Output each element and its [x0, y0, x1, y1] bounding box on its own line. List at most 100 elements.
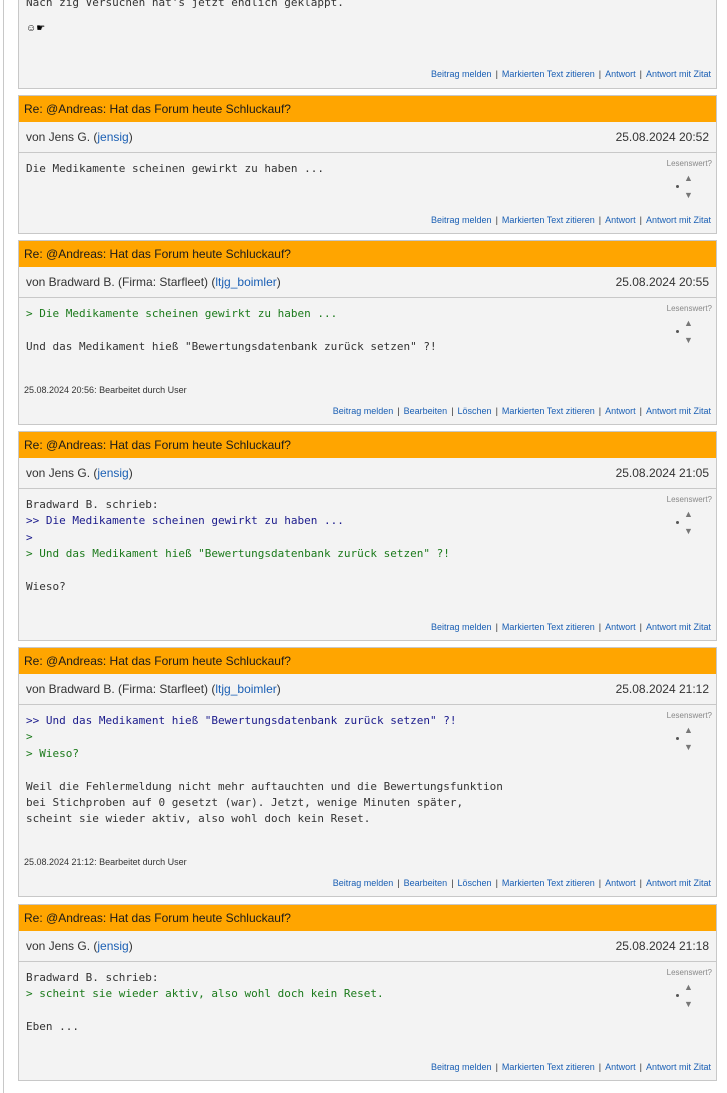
post-body: > Die Medikamente scheinen gewirkt zu ha…: [19, 298, 716, 355]
author-prefix: von Bradward B. (Firma: Starfleet) (: [26, 682, 216, 696]
vote-up-icon[interactable]: ▲: [684, 510, 693, 519]
reply-link[interactable]: Antwort: [605, 1062, 636, 1072]
vote-widget: ▲ ▼: [676, 510, 696, 540]
reply-quote-link[interactable]: Antwort mit Zitat: [646, 622, 711, 632]
separator: |: [639, 406, 642, 416]
separator: |: [639, 878, 642, 888]
vote-dot: [676, 737, 679, 740]
post: Re: @Andreas: Hat das Forum heute Schluc…: [18, 904, 717, 1081]
vote-down-icon[interactable]: ▼: [684, 1000, 693, 1009]
username-link[interactable]: jensig: [97, 939, 128, 953]
edit-link[interactable]: Bearbeiten: [404, 878, 448, 888]
quote-marked-link[interactable]: Markierten Text zitieren: [502, 69, 595, 79]
vote-down-icon[interactable]: ▼: [684, 191, 693, 200]
separator: |: [495, 878, 498, 888]
post-actions: Beitrag melden | Bearbeiten | Löschen | Markie…: [333, 406, 711, 416]
vote-widget: ▲ ▼: [676, 726, 696, 756]
rating-widget: Lesenswert?: [652, 711, 712, 720]
rating-label: Lesenswert?: [666, 159, 712, 168]
quote-marked-link[interactable]: Markierten Text zitieren: [502, 1062, 595, 1072]
delete-link[interactable]: Löschen: [458, 878, 492, 888]
separator: |: [639, 622, 642, 632]
quote-marked-link[interactable]: Markierten Text zitieren: [502, 878, 595, 888]
separator: |: [397, 878, 400, 888]
rating-widget: Lesenswert?: [652, 495, 712, 504]
username-link[interactable]: jensig: [97, 466, 128, 480]
rating-widget: Lesenswert?: [652, 968, 712, 977]
vote-up-icon[interactable]: ▲: [684, 983, 693, 992]
vote-down-icon[interactable]: ▼: [684, 527, 693, 536]
post-meta: von Bradward B. (Firma: Starfleet) (ltjg…: [19, 674, 716, 705]
report-link[interactable]: Beitrag melden: [431, 69, 492, 79]
author-suffix: ): [128, 466, 133, 480]
vote-up-icon[interactable]: ▲: [684, 726, 693, 735]
report-link[interactable]: Beitrag melden: [431, 622, 492, 632]
post-title: Re: @Andreas: Hat das Forum heute Schluc…: [19, 648, 716, 674]
post-title: Re: @Andreas: Hat das Forum heute Schluc…: [19, 96, 716, 122]
author-suffix: ): [128, 130, 133, 144]
post-date: 25.08.2024 21:12: [615, 682, 709, 696]
post-body: >> Und das Medikament hieß "Bewertungsda…: [19, 705, 716, 828]
reply-link[interactable]: Antwort: [605, 622, 636, 632]
reply-quote-link[interactable]: Antwort mit Zitat: [646, 1062, 711, 1072]
username-link[interactable]: ltjg_boimler: [215, 275, 276, 289]
post-meta: von Bradward B. (Firma: Starfleet) (ltjg…: [19, 267, 716, 298]
post: Re: @Andreas: Hat das Forum heute Schluc…: [18, 431, 717, 641]
post-title: Re: @Andreas: Hat das Forum heute Schluc…: [19, 241, 716, 267]
quote-marked-link[interactable]: Markierten Text zitieren: [502, 215, 595, 225]
post-partial: Nach zig Versuchen hat's jetzt endlich g…: [18, 0, 717, 89]
post-date: 25.08.2024 20:55: [615, 275, 709, 289]
separator: |: [598, 622, 602, 632]
report-link[interactable]: Beitrag melden: [333, 878, 394, 888]
report-link[interactable]: Beitrag melden: [431, 1062, 492, 1072]
post-text: Die Medikamente scheinen gewirkt zu habe…: [26, 162, 325, 175]
vote-down-icon[interactable]: ▼: [684, 743, 693, 752]
post-actions: Beitrag melden | Markierten Text zitieren |…: [431, 1062, 711, 1072]
vote-down-icon[interactable]: ▼: [684, 336, 693, 345]
rating-label: Lesenswert?: [666, 495, 712, 504]
post-body: Bradward B. schrieb: >> Die Medikamente …: [19, 489, 716, 595]
separator: |: [451, 878, 454, 888]
emoji: ☺☛: [26, 23, 46, 34]
report-link[interactable]: Beitrag melden: [333, 406, 394, 416]
username-link[interactable]: jensig: [97, 130, 128, 144]
post-meta: von Jens G. (jensig) 25.08.2024 20:52: [19, 122, 716, 153]
edit-link[interactable]: Bearbeiten: [404, 406, 448, 416]
author-prefix: von Jens G. (: [26, 466, 98, 480]
rating-label: Lesenswert?: [666, 711, 712, 720]
delete-link[interactable]: Löschen: [458, 406, 492, 416]
reply-link[interactable]: Antwort: [605, 69, 636, 79]
reply-quote-link[interactable]: Antwort mit Zitat: [646, 69, 711, 79]
separator: |: [598, 406, 602, 416]
separator: |: [598, 69, 602, 79]
reply-link[interactable]: Antwort: [605, 406, 636, 416]
username-link[interactable]: ltjg_boimler: [215, 682, 276, 696]
quote-marked-link[interactable]: Markierten Text zitieren: [502, 406, 595, 416]
vote-up-icon[interactable]: ▲: [684, 319, 693, 328]
separator: |: [495, 69, 498, 79]
reply-quote-link[interactable]: Antwort mit Zitat: [646, 406, 711, 416]
reply-quote-link[interactable]: Antwort mit Zitat: [646, 878, 711, 888]
vote-widget: ▲ ▼: [676, 319, 696, 349]
post-text: Nach zig Versuchen hat's jetzt endlich g…: [26, 0, 344, 9]
separator: |: [397, 406, 400, 416]
separator: |: [598, 1062, 602, 1072]
rating-label: Lesenswert?: [666, 304, 712, 313]
edited-note: 25.08.2024 20:56: Bearbeitet durch User: [24, 385, 187, 395]
vote-up-icon[interactable]: ▲: [684, 174, 693, 183]
post-body: Die Medikamente scheinen gewirkt zu habe…: [19, 153, 716, 177]
separator: |: [639, 215, 642, 225]
quote-marked-link[interactable]: Markierten Text zitieren: [502, 622, 595, 632]
reply-quote-link[interactable]: Antwort mit Zitat: [646, 215, 711, 225]
post-date: 25.08.2024 21:18: [615, 939, 709, 953]
post-title: Re: @Andreas: Hat das Forum heute Schluc…: [19, 432, 716, 458]
vote-dot: [676, 521, 679, 524]
report-link[interactable]: Beitrag melden: [431, 215, 492, 225]
post-text: Bradward B. schrieb: > scheint sie wiede…: [26, 971, 384, 1034]
separator: |: [495, 1062, 498, 1072]
left-border-line: [3, 0, 4, 1093]
post-actions: Beitrag melden | Markierten Text zitieren |…: [431, 622, 711, 632]
reply-link[interactable]: Antwort: [605, 215, 636, 225]
post-text: >> Und das Medikament hieß "Bewertungsda…: [26, 714, 503, 826]
reply-link[interactable]: Antwort: [605, 878, 636, 888]
